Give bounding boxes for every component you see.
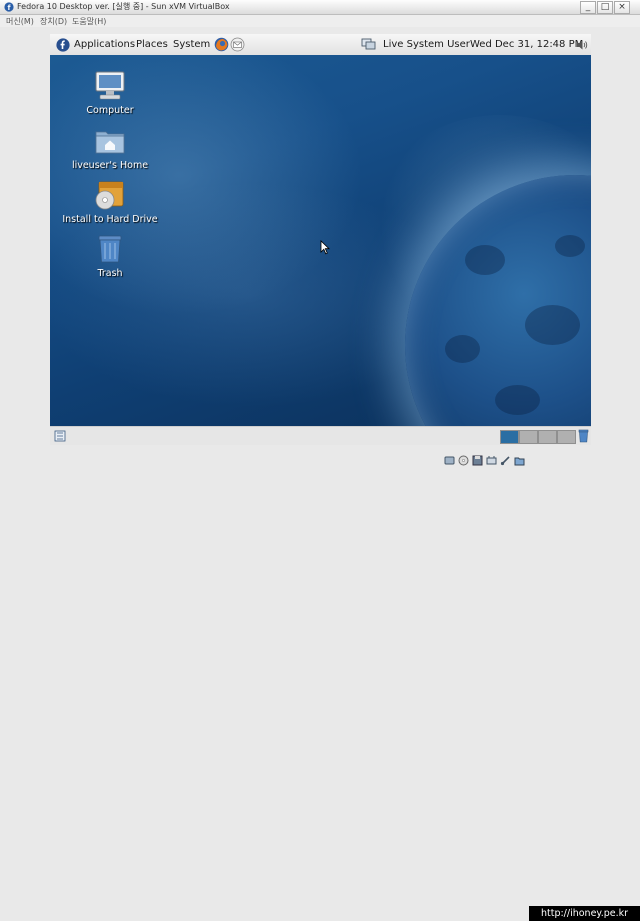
minimize-button[interactable]: _ bbox=[580, 1, 596, 14]
gnome-top-panel: Applications Places System Live System U… bbox=[50, 34, 591, 56]
workspace-3[interactable] bbox=[538, 430, 557, 444]
host-window-title: Fedora 10 Desktop ver. [실행 중] - Sun xVM … bbox=[17, 2, 230, 11]
desktop-icon-label: Install to Hard Drive bbox=[62, 214, 158, 225]
shared-folder-icon[interactable] bbox=[514, 455, 525, 466]
desktop-icon-label: Trash bbox=[97, 268, 123, 279]
desktop-icon-label: Computer bbox=[86, 105, 134, 116]
workspace-1[interactable] bbox=[500, 430, 519, 444]
user-switcher[interactable]: Live System User bbox=[383, 39, 470, 50]
fedora-logo-icon[interactable] bbox=[56, 38, 70, 52]
hard-disk-icon[interactable] bbox=[444, 455, 455, 466]
firefox-icon[interactable] bbox=[214, 37, 229, 52]
fedora-window-icon: f bbox=[4, 2, 14, 12]
menu-help[interactable]: 도움말(H) bbox=[72, 16, 106, 27]
menu-machine[interactable]: 머신(M) bbox=[6, 16, 34, 27]
gnome-bottom-panel bbox=[50, 426, 591, 445]
host-status-bar: http://ihoney.pe.kr bbox=[0, 452, 640, 921]
close-button[interactable]: × bbox=[614, 1, 630, 14]
desktop-icon-trash[interactable]: Trash bbox=[60, 232, 160, 279]
trash-icon bbox=[98, 235, 122, 263]
mail-icon[interactable] bbox=[230, 37, 245, 52]
host-menu-bar: 머신(M) 장치(D) 도움말(H) bbox=[0, 15, 640, 27]
places-menu[interactable]: Places bbox=[136, 39, 168, 50]
volume-icon[interactable] bbox=[576, 39, 588, 51]
desktop-icon-label: liveuser's Home bbox=[71, 160, 149, 171]
desktop-icon-home[interactable]: liveuser's Home bbox=[60, 124, 160, 171]
show-desktop-icon[interactable] bbox=[54, 430, 66, 442]
cd-icon[interactable] bbox=[458, 455, 469, 466]
computer-icon bbox=[95, 71, 125, 100]
menu-devices[interactable]: 장치(D) bbox=[40, 16, 67, 27]
installer-icon bbox=[95, 181, 124, 210]
system-menu[interactable]: System bbox=[173, 39, 210, 50]
workspace-2[interactable] bbox=[519, 430, 538, 444]
host-title-bar: f Fedora 10 Desktop ver. [실행 중] - Sun xV… bbox=[0, 0, 640, 15]
desktop-icon-install[interactable]: Install to Hard Drive bbox=[60, 178, 160, 225]
workspace-4[interactable] bbox=[557, 430, 576, 444]
clock[interactable]: Wed Dec 31, 12:48 PM bbox=[470, 39, 583, 50]
trash-applet-icon[interactable] bbox=[578, 429, 589, 443]
floppy-icon[interactable] bbox=[472, 455, 483, 466]
maximize-button[interactable]: □ bbox=[597, 1, 613, 14]
mouse-cursor-icon bbox=[320, 240, 330, 255]
home-folder-icon bbox=[95, 131, 125, 154]
applications-menu[interactable]: Applications bbox=[74, 39, 135, 50]
network-icon[interactable] bbox=[361, 38, 376, 51]
network-adapter-icon[interactable] bbox=[486, 455, 497, 466]
desktop-icon-computer[interactable]: Computer bbox=[60, 69, 160, 116]
watermark-text: http://ihoney.pe.kr bbox=[529, 906, 640, 921]
usb-icon[interactable] bbox=[500, 455, 511, 466]
